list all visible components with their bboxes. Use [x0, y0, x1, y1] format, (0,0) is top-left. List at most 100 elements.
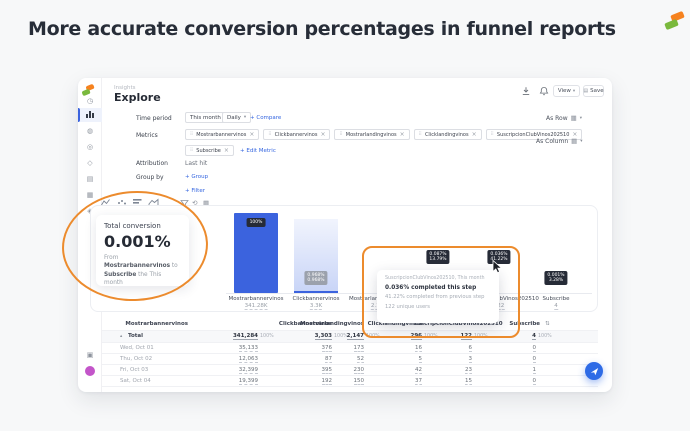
drag-handle-icon[interactable]: ⠿: [190, 132, 193, 137]
drag-handle-icon[interactable]: ⠿: [491, 132, 494, 137]
metric-chip[interactable]: ⠿Mostrarbannervinos×: [185, 129, 259, 140]
table-header-row: Mostrarbannervinos Clickbannervinos Most…: [102, 319, 598, 330]
total-conversion-title: Total conversion: [104, 222, 181, 230]
page-title: More accurate conversion percentages in …: [28, 18, 616, 40]
funnel-step-value[interactable]: 341.28K: [245, 303, 268, 309]
as-column-label: As Column: [536, 138, 568, 145]
mouse-cursor-icon: [492, 260, 504, 274]
close-icon[interactable]: ×: [224, 147, 229, 154]
funnel-tooltip: SuscripcionClubVinos202510, This month 0…: [377, 270, 499, 323]
tooltip-header: SuscripcionClubVinos202510, This month: [385, 276, 491, 281]
granularity-select[interactable]: Daily▾: [222, 112, 251, 123]
compare-link[interactable]: + Compare: [250, 115, 281, 121]
drag-handle-icon[interactable]: ⠿: [339, 132, 342, 137]
tooltip-line2: 41.22% completed from previous step: [385, 294, 491, 300]
table-cell[interactable]: 0: [466, 378, 536, 384]
view-button-label: View: [558, 88, 571, 94]
docs-icon[interactable]: ▣: [78, 350, 102, 360]
app-page-title: Explore: [114, 91, 161, 104]
diamond-icon[interactable]: ◇: [78, 158, 102, 168]
floating-action-button[interactable]: [585, 362, 603, 380]
save-button[interactable]: ▤Save: [583, 85, 604, 97]
insights-chart-icon[interactable]: [86, 111, 94, 118]
table-row: Sat, Oct 04 19,399 192 150 37 15 0: [102, 375, 598, 386]
drag-handle-icon[interactable]: ⠿: [419, 132, 422, 137]
total-row-label: Total: [128, 333, 143, 339]
save-button-label: Save: [590, 88, 604, 94]
close-icon[interactable]: ×: [320, 131, 325, 138]
table-total-row: ▴ Total 341,284100% 3,303100% 2,147100% …: [102, 331, 598, 342]
table-cell[interactable]: 1: [466, 367, 536, 373]
total-conversion-desc: From Mostrarbannervinos to Subscribe the…: [104, 254, 181, 288]
table-row: Fri, Oct 03 32,399 395 230 42 23 1: [102, 364, 598, 375]
metric-chip[interactable]: ⠿Clicklandingvinos×: [414, 129, 482, 140]
page: More accurate conversion percentages in …: [0, 0, 690, 431]
table-cell[interactable]: 15: [402, 378, 472, 384]
table-cell[interactable]: 122: [402, 333, 472, 339]
collapse-icon[interactable]: ▴: [120, 334, 122, 339]
cards-icon[interactable]: ▦: [78, 190, 102, 200]
metric-chip-label: Clicklandingvinos: [425, 132, 469, 138]
funnel-badge-step6: 0.001%3.28%: [544, 271, 567, 285]
funnel-badge-step2: 0.968%0.968%: [304, 271, 327, 285]
row-label: Wed, Oct 01: [120, 345, 154, 351]
bell-icon[interactable]: [539, 86, 549, 96]
group-by-label: Group by: [136, 174, 164, 181]
funnel-step-label: Clickbannervinos: [292, 296, 339, 302]
metric-chips-row2: ⠿Subscribe×: [185, 145, 234, 156]
table-cell[interactable]: 35,133: [188, 345, 258, 351]
as-row-control[interactable]: As Row▦▾: [546, 114, 582, 122]
reports-icon[interactable]: ▤: [78, 174, 102, 184]
table-row: Thu, Oct 02 12,063 87 52 5 3 0: [102, 353, 598, 364]
avatar[interactable]: [85, 366, 95, 376]
table-cell[interactable]: 341,284: [188, 333, 258, 339]
close-icon[interactable]: ×: [400, 131, 405, 138]
table-cell[interactable]: 32,399: [188, 367, 258, 373]
view-button[interactable]: View▾: [553, 85, 580, 97]
table-cell[interactable]: 0: [466, 345, 536, 351]
group-link[interactable]: + Group: [185, 174, 208, 180]
filter-link[interactable]: + Filter: [185, 188, 205, 194]
granularity-value: Daily: [227, 115, 241, 121]
total-conversion-value: 0.001%: [104, 232, 181, 251]
target-icon[interactable]: ◎: [78, 142, 102, 152]
close-icon[interactable]: ×: [472, 131, 477, 138]
funnel-step-value[interactable]: 3.3K: [310, 303, 322, 309]
column-header[interactable]: Mostrarbannervinos: [118, 321, 188, 327]
metric-chip-label: Mostrarbannervinos: [196, 132, 246, 138]
close-icon[interactable]: ×: [249, 131, 254, 138]
history-icon[interactable]: ◷: [78, 96, 102, 106]
row-label: Sat, Oct 04: [120, 378, 151, 384]
funnel-step-label: Subscribe: [542, 296, 569, 302]
table-cell[interactable]: 23: [402, 367, 472, 373]
edit-metric-link[interactable]: + Edit Metric: [240, 148, 276, 154]
metric-chip[interactable]: ⠿Subscribe×: [185, 145, 234, 156]
table-cell[interactable]: 19,399: [188, 378, 258, 384]
funnel-bar-step2[interactable]: [294, 291, 338, 293]
table-cell[interactable]: 6: [402, 345, 472, 351]
metrics-label: Metrics: [136, 132, 158, 139]
row-label: Fri, Oct 03: [120, 367, 148, 373]
drag-handle-icon[interactable]: ⠿: [190, 148, 193, 153]
total-conversion-card: Total conversion 0.001% From Mostrarbann…: [96, 215, 189, 286]
table-cell[interactable]: 0: [466, 356, 536, 362]
metric-chips-row1: ⠿Mostrarbannervinos× ⠿Clickbannervinos× …: [185, 129, 582, 140]
attribution-value[interactable]: Last hit: [185, 160, 207, 167]
table-cell[interactable]: 4: [466, 333, 536, 339]
table-cell[interactable]: 12,063: [188, 356, 258, 362]
funnel-badge-step4: 0.087%13.79%: [426, 250, 449, 264]
metric-chip[interactable]: ⠿Clickbannervinos×: [263, 129, 330, 140]
send-icon: [590, 367, 599, 376]
metric-chip-label: Mostrarlandingvinos: [346, 132, 397, 138]
download-icon[interactable]: [521, 86, 531, 96]
goals-icon[interactable]: ◍: [78, 126, 102, 136]
metric-chip[interactable]: ⠿ Mostrarlandingvinos×: [334, 129, 409, 140]
as-column-control[interactable]: As Column▦▾: [536, 137, 583, 145]
funnel-badge-step1: 100%: [247, 218, 266, 227]
table-cell[interactable]: 3: [402, 356, 472, 362]
funnel-step-label: Mostrarbannervinos: [228, 296, 283, 302]
funnel-step-value[interactable]: 4: [554, 303, 558, 309]
sort-icon[interactable]: ⇅: [545, 321, 550, 327]
drag-handle-icon[interactable]: ⠿: [268, 132, 271, 137]
cell-pct: 100%: [538, 334, 558, 339]
